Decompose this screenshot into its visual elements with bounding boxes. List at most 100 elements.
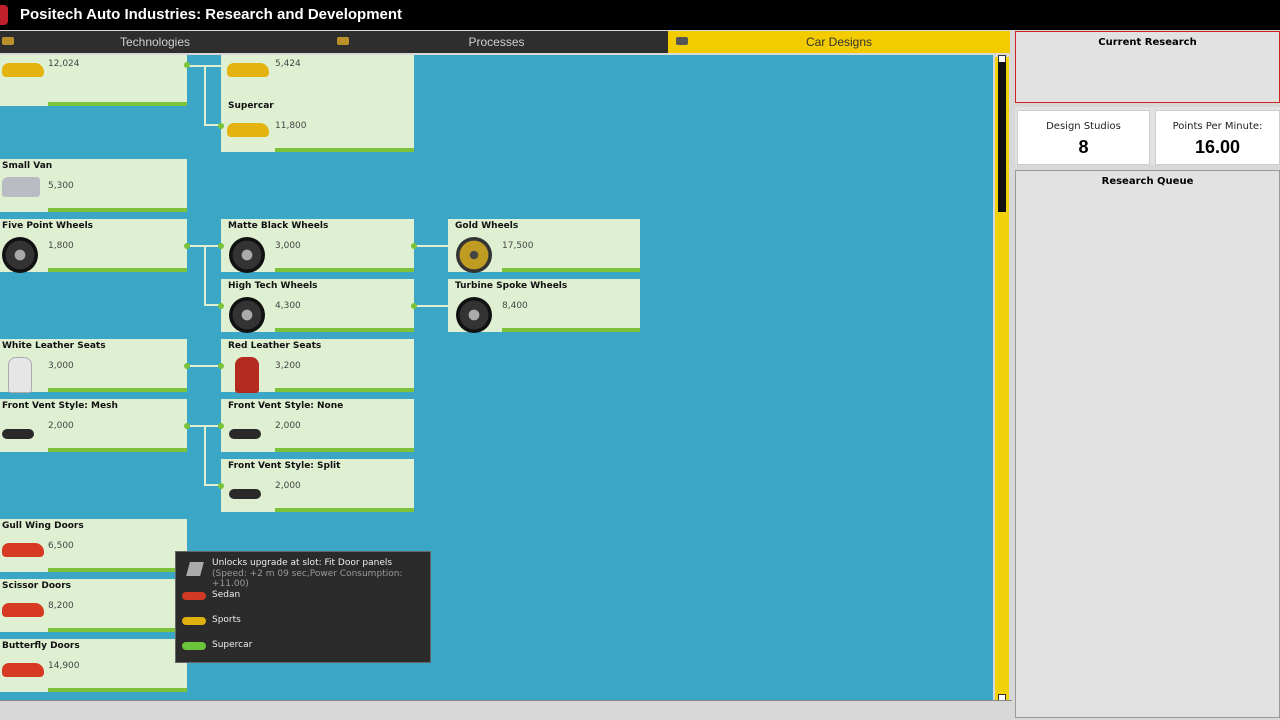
- vent-icon: [229, 417, 261, 439]
- seat-icon: [229, 357, 259, 393]
- connector-line: [414, 305, 448, 307]
- research-cost: 5,300: [48, 181, 74, 191]
- stats-panel: Design Studios 8 Points Per Minute: 16.0…: [1015, 107, 1280, 165]
- points-per-minute-label: Points Per Minute:: [1172, 121, 1263, 132]
- progress-bar: [48, 208, 187, 212]
- research-name: Red Leather Seats: [228, 341, 322, 351]
- research-name: Front Vent Style: None: [228, 401, 344, 411]
- research-node-red-leather-seats[interactable]: Red Leather Seats 3,200: [218, 339, 414, 393]
- tooltip-unlock-text: Unlocks upgrade at slot: Fit Door panels: [212, 558, 393, 568]
- red-car-icon: [2, 537, 44, 557]
- research-name: Gold Wheels: [455, 221, 519, 231]
- research-node-supercar[interactable]: Supercar 11,800: [218, 99, 414, 152]
- red-car-icon: [2, 657, 44, 677]
- research-node-turbine-spoke-wheels[interactable]: Turbine Spoke Wheels 8,400: [448, 279, 640, 333]
- research-name: Front Vent Style: Split: [228, 461, 341, 471]
- current-research-panel: Current Research: [1015, 31, 1280, 103]
- connector-dot: [184, 423, 190, 429]
- research-name: Gull Wing Doors: [2, 521, 84, 531]
- progress-bar: [275, 268, 414, 272]
- research-node-front-vent-mesh[interactable]: Front Vent Style: Mesh 2,000: [0, 399, 190, 452]
- research-cost: 8,400: [502, 301, 528, 311]
- research-name: High Tech Wheels: [228, 281, 318, 291]
- research-node-high-tech-wheels[interactable]: High Tech Wheels 4,300: [218, 279, 417, 333]
- research-name: White Leather Seats: [2, 341, 106, 351]
- connector-line: [204, 65, 206, 125]
- vent-icon: [2, 417, 34, 439]
- research-node-scissor-doors[interactable]: Scissor Doors 8,200: [0, 579, 187, 632]
- wheel-icon: [456, 297, 492, 333]
- research-node-matte-black-wheels[interactable]: Matte Black Wheels 3,000: [218, 219, 417, 273]
- research-tree-canvas[interactable]: 12,024 5,424 Supercar 11,800 Small Van 5…: [0, 55, 993, 700]
- connector-dot: [218, 303, 224, 309]
- research-name: Five Point Wheels: [2, 221, 94, 231]
- tab-car-designs[interactable]: Car Designs: [668, 31, 1010, 53]
- sports-car-icon: [182, 617, 206, 625]
- connector-line: [204, 245, 206, 305]
- research-name: Small Van: [2, 161, 53, 171]
- research-cost: 3,000: [275, 241, 301, 251]
- connector-dot: [218, 243, 224, 249]
- sports-car-icon: [227, 57, 269, 77]
- progress-bar: [275, 448, 414, 452]
- connector-dot: [184, 62, 190, 68]
- research-cost: 2,000: [275, 421, 301, 431]
- research-name: Matte Black Wheels: [228, 221, 329, 231]
- van-icon: [2, 177, 40, 197]
- design-studios-label: Design Studios: [1046, 121, 1121, 132]
- research-cost: 14,900: [48, 661, 80, 671]
- research-cost: 2,000: [48, 421, 74, 431]
- points-per-minute-box: Points Per Minute: 16.00: [1155, 110, 1280, 165]
- research-node-white-leather-seats[interactable]: White Leather Seats 3,000: [0, 339, 190, 393]
- tab-processes-label: Processes: [468, 35, 525, 49]
- tab-processes[interactable]: Processes: [335, 31, 668, 53]
- sports-car-icon: [2, 57, 44, 77]
- tab-bar: Technologies Processes Car Designs: [0, 31, 1010, 53]
- progress-bar: [48, 268, 187, 272]
- research-cost: 3,000: [48, 361, 74, 371]
- tab-technologies[interactable]: Technologies: [0, 31, 335, 53]
- tooltip-stats-text: (Speed: +2 m 09 sec,Power Consumption: +…: [212, 569, 403, 589]
- research-queue-panel[interactable]: Research Queue: [1015, 170, 1280, 718]
- app-logo-icon: [0, 5, 8, 25]
- research-cost: 3,200: [275, 361, 301, 371]
- tab-car-designs-label: Car Designs: [805, 35, 873, 49]
- connector-dot: [218, 363, 224, 369]
- research-name: Turbine Spoke Wheels: [455, 281, 568, 291]
- research-node-five-point-wheels[interactable]: Five Point Wheels 1,800: [0, 219, 190, 273]
- connector-line: [204, 425, 206, 485]
- wheel-icon: [229, 297, 265, 333]
- connector-dot: [218, 423, 224, 429]
- seat-icon: [2, 357, 32, 393]
- progress-bar: [48, 688, 187, 692]
- points-per-minute-value: 16.00: [1194, 137, 1241, 157]
- research-node-front-vent-none[interactable]: Front Vent Style: None 2,000: [218, 399, 414, 452]
- progress-bar: [275, 148, 414, 152]
- connector-dot: [411, 303, 417, 309]
- research-cost: 5,424: [275, 59, 301, 69]
- research-cost: 17,500: [502, 241, 534, 251]
- research-node-gold-wheels[interactable]: Gold Wheels 17,500: [448, 219, 640, 273]
- connector-dot: [184, 243, 190, 249]
- research-node-top-left[interactable]: 12,024: [0, 55, 190, 106]
- research-node-gull-wing-doors[interactable]: Gull Wing Doors 6,500: [0, 519, 187, 572]
- connector-dot: [218, 123, 224, 129]
- connector-dot: [218, 483, 224, 489]
- research-cost: 6,500: [48, 541, 74, 551]
- supercar-car-icon: [182, 642, 206, 650]
- progress-bar: [275, 508, 414, 512]
- research-node-front-vent-split[interactable]: Front Vent Style: Split 2,000: [218, 459, 414, 512]
- window-title: Positech Auto Industries: Research and D…: [20, 6, 403, 23]
- scroll-thumb[interactable]: [998, 62, 1006, 212]
- vertical-scrollbar[interactable]: [995, 55, 1009, 702]
- research-cost: 11,800: [275, 121, 307, 131]
- research-node-butterfly-doors[interactable]: Butterfly Doors 14,900: [0, 639, 187, 692]
- connector-dot: [184, 363, 190, 369]
- progress-bar: [48, 568, 187, 572]
- research-cost: 1,800: [48, 241, 74, 251]
- research-node-small-van[interactable]: Small Van 5,300: [0, 159, 187, 212]
- research-name: Front Vent Style: Mesh: [2, 401, 118, 411]
- progress-bar: [502, 328, 640, 332]
- door-panel-icon: [186, 562, 204, 576]
- progress-bar: [48, 102, 187, 106]
